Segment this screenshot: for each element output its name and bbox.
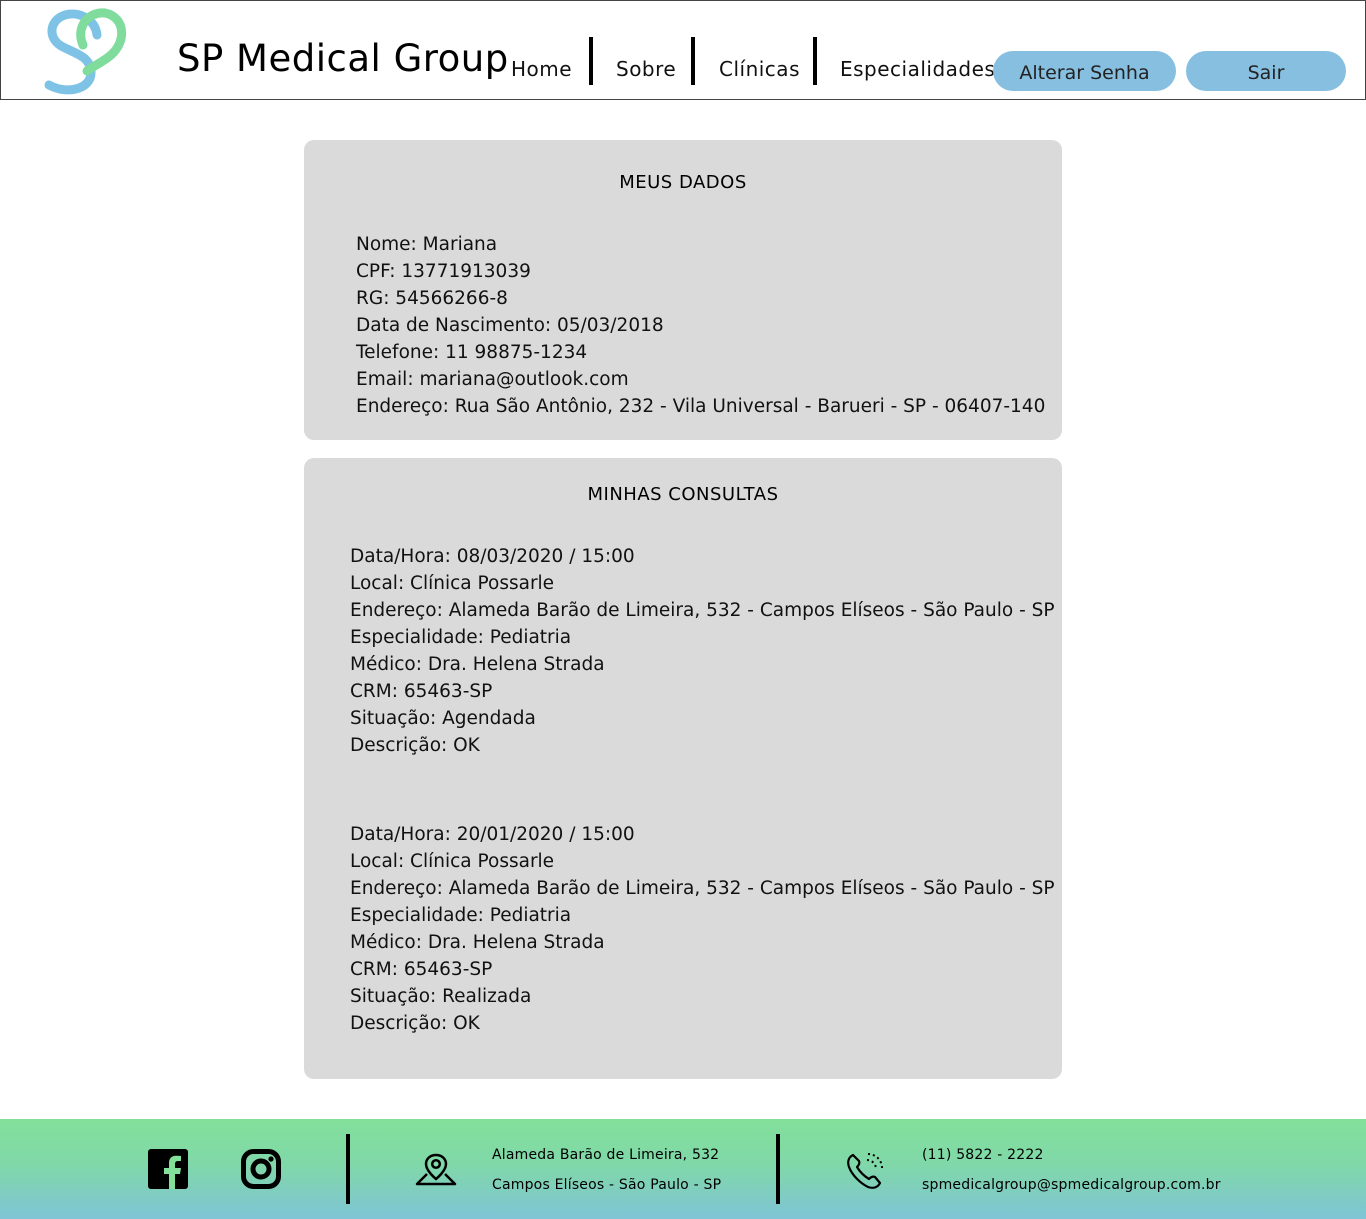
footer-address-line1: Alameda Barão de Limeira, 532 [492,1147,720,1163]
footer-divider [776,1134,780,1204]
footer-email[interactable]: spmedicalgroup@spmedicalgroup.com.br [922,1177,1221,1193]
appointment-datetime: Data/Hora: 08/03/2020 / 15:00 [350,546,635,567]
nav-divider [589,37,593,85]
appointment-address: Endereço: Alameda Barão de Limeira, 532 … [350,878,1055,899]
patient-birthdate: Data de Nascimento: 05/03/2018 [356,315,664,336]
appointment-specialty: Especialidade: Pediatria [350,627,572,648]
footer-address-line2: Campos Elíseos - São Paulo - SP [492,1177,722,1193]
appointment-status: Situação: Realizada [350,986,532,1007]
appointment-address: Endereço: Alameda Barão de Limeira, 532 … [350,600,1055,621]
my-data-card: MEUS DADOS Nome: Mariana CPF: 1377191303… [304,140,1062,440]
my-data-title: MEUS DADOS [619,172,747,193]
facebook-icon[interactable] [148,1149,188,1189]
appointments-title: MINHAS CONSULTAS [587,484,779,505]
patient-address: Endereço: Rua São Antônio, 232 - Vila Un… [356,396,1046,417]
appointment-crm: CRM: 65463-SP [350,959,493,980]
appointment-specialty: Especialidade: Pediatria [350,905,572,926]
patient-phone: Telefone: 11 98875-1234 [356,342,588,363]
appointment-place: Local: Clínica Possarle [350,851,555,872]
nav-about[interactable]: Sobre [616,57,676,81]
appointment-description: Descrição: OK [350,1013,480,1034]
nav-home[interactable]: Home [511,57,572,81]
nav-specialties[interactable]: Especialidades [840,57,995,81]
patient-name: Nome: Mariana [356,234,498,255]
appointment-place: Local: Clínica Possarle [350,573,555,594]
appointment-doctor: Médico: Dra. Helena Strada [350,932,605,953]
top-header: SP Medical Group Home Sobre Clínicas Esp… [0,0,1366,100]
appointment-doctor: Médico: Dra. Helena Strada [350,654,605,675]
sp-heart-logo-icon[interactable] [37,5,129,97]
appointments-card: MINHAS CONSULTAS Data/Hora: 08/03/2020 /… [304,458,1062,1079]
appointment-status: Situação: Agendada [350,708,536,729]
brand-title: SP Medical Group [177,37,509,80]
appointment-crm: CRM: 65463-SP [350,681,493,702]
footer: Alameda Barão de Limeira, 532 Campos Elí… [0,1119,1366,1219]
change-password-button[interactable]: Alterar Senha [993,51,1176,91]
nav-divider [691,37,695,85]
nav-divider [813,37,817,85]
instagram-icon[interactable] [241,1149,281,1189]
footer-phone: (11) 5822 - 2222 [922,1147,1044,1163]
patient-cpf: CPF: 13771913039 [356,261,531,282]
logout-button[interactable]: Sair [1186,51,1346,91]
patient-email: Email: mariana@outlook.com [356,369,629,390]
map-pin-icon [415,1153,457,1186]
appointment-datetime: Data/Hora: 20/01/2020 / 15:00 [350,824,635,845]
footer-divider [346,1134,350,1204]
nav-clinics[interactable]: Clínicas [719,57,800,81]
appointment-description: Descrição: OK [350,735,480,756]
phone-icon[interactable] [844,1148,888,1192]
patient-rg: RG: 54566266-8 [356,288,508,309]
